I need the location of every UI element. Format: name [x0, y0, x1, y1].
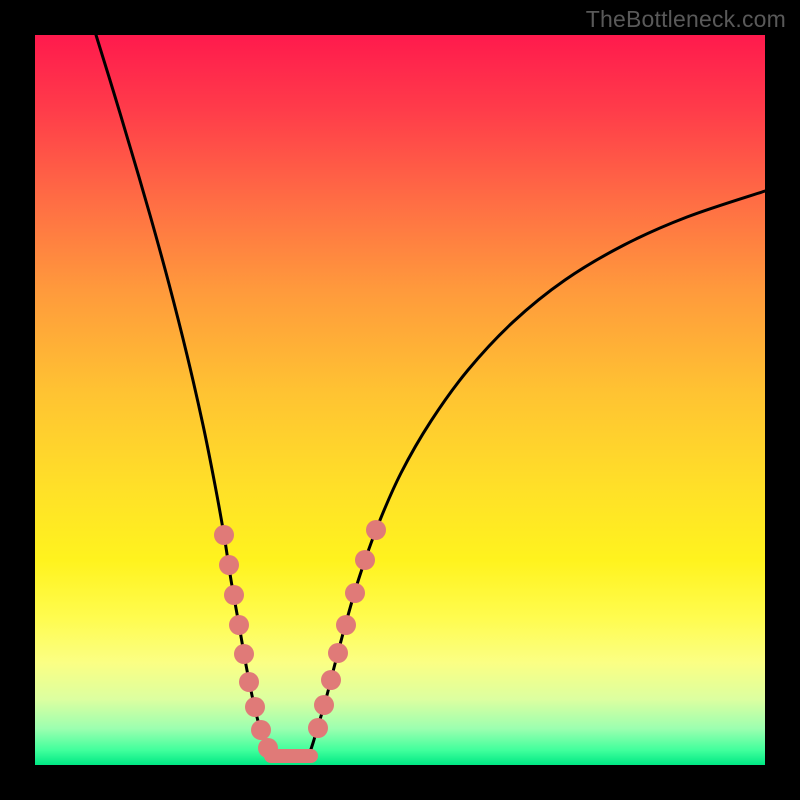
curves-svg	[35, 35, 765, 765]
plot-area	[35, 35, 765, 765]
marker-dot	[251, 720, 271, 740]
watermark-text: TheBottleneck.com	[586, 6, 786, 33]
marker-dot	[345, 583, 365, 603]
chart-frame: TheBottleneck.com	[0, 0, 800, 800]
marker-dot	[214, 525, 234, 545]
marker-dot	[336, 615, 356, 635]
marker-dot	[366, 520, 386, 540]
marker-dot	[219, 555, 239, 575]
marker-dot	[328, 643, 348, 663]
marker-dot	[245, 697, 265, 717]
curve-right-branch	[309, 191, 765, 755]
marker-dot	[321, 670, 341, 690]
marker-dot	[224, 585, 244, 605]
marker-dot	[308, 718, 328, 738]
dots-group	[214, 520, 386, 758]
marker-dot	[234, 644, 254, 664]
marker-dot	[239, 672, 259, 692]
marker-dot	[314, 695, 334, 715]
curve-group	[96, 35, 765, 755]
marker-dot	[355, 550, 375, 570]
marker-dot	[258, 738, 278, 758]
marker-dot	[229, 615, 249, 635]
